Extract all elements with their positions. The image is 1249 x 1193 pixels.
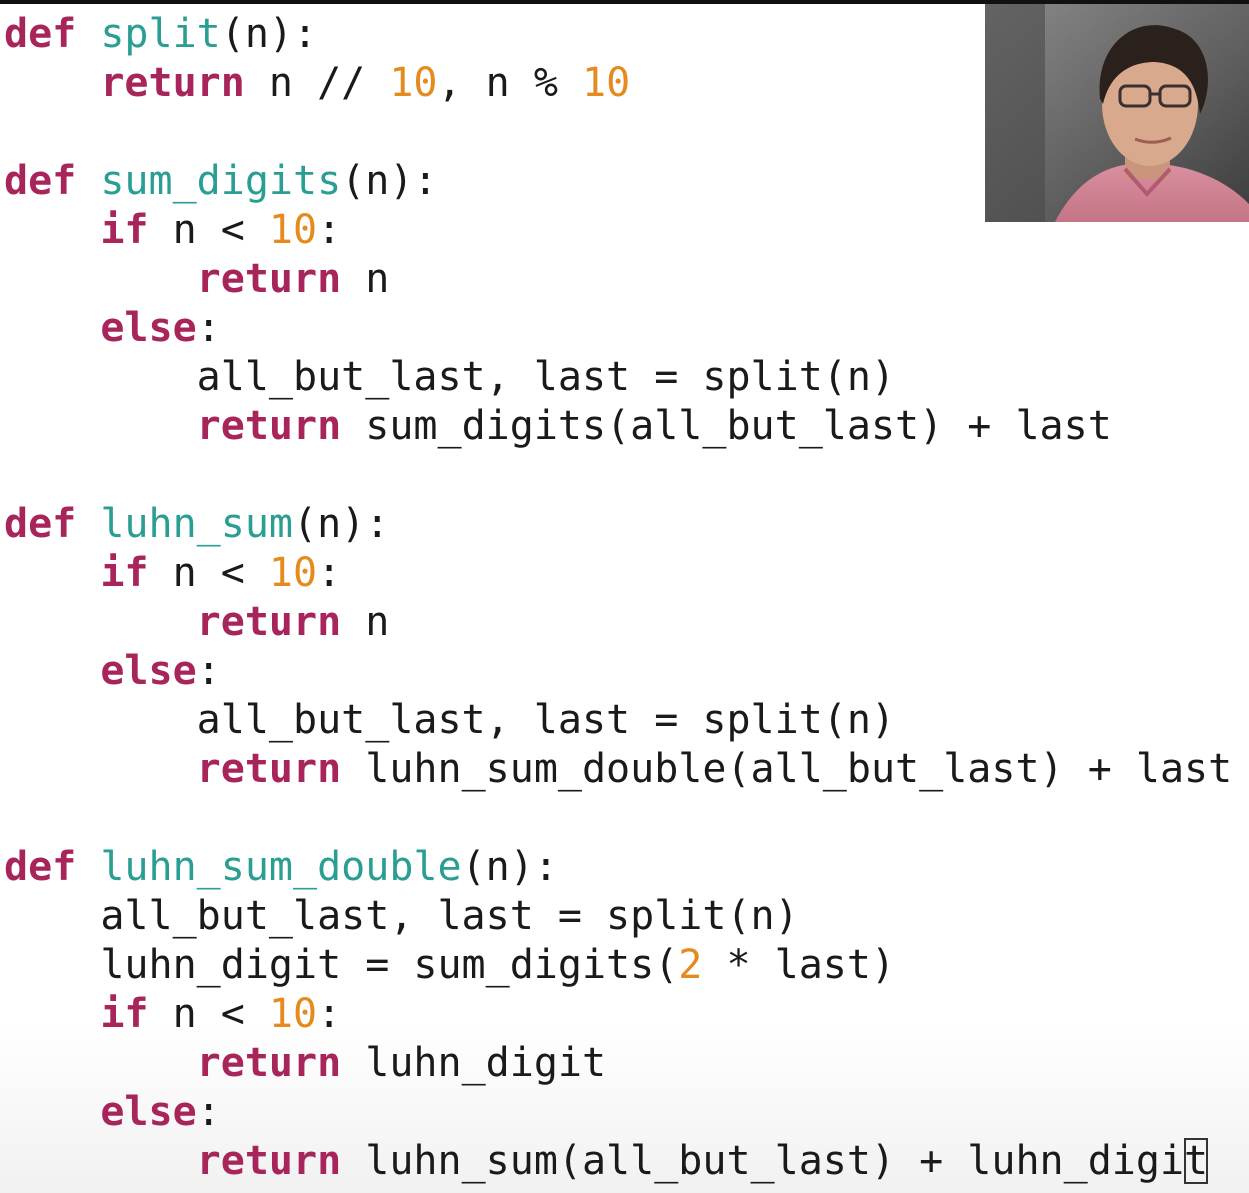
code-line: else: <box>4 304 221 352</box>
code-line: def sum_digits(n): <box>4 157 438 205</box>
keyword: return <box>196 1040 342 1086</box>
text-cursor: t <box>1184 1138 1209 1184</box>
function-name: split <box>100 11 221 57</box>
keyword: if <box>100 991 149 1037</box>
code-text: : <box>196 648 221 694</box>
keyword: def <box>4 501 77 547</box>
code-line: all_but_last, last = split(n) <box>4 892 799 940</box>
code-text: n <box>341 256 390 302</box>
keyword: else <box>100 305 197 351</box>
code-text: all_but_last, last = split(n) <box>4 354 896 400</box>
code-text: all_but_last, last = split(n) <box>4 697 896 743</box>
code-line: return sum_digits(all_but_last) + last <box>4 402 1112 450</box>
code-text: : <box>317 550 342 596</box>
number-literal: 10 <box>268 207 318 253</box>
keyword: else <box>100 1089 197 1135</box>
code-line: def luhn_sum(n): <box>4 500 389 548</box>
code-text: , n % <box>437 60 582 106</box>
keyword: return <box>196 746 342 792</box>
code-text: sum_digits(all_but_last) + last <box>341 403 1112 449</box>
keyword: if <box>100 550 149 596</box>
code-line: if n < 10: <box>4 549 341 597</box>
code-line: return n // 10, n % 10 <box>4 59 630 107</box>
code-text: n < <box>148 991 269 1037</box>
keyword: return <box>196 599 342 645</box>
number-literal: 10 <box>268 550 318 596</box>
function-name: sum_digits <box>100 158 342 204</box>
code-line: return n <box>4 598 390 646</box>
code-text: luhn_sum_double(all_but_last) + last <box>341 746 1233 792</box>
code-line: return luhn_sum(all_but_last) + luhn_dig… <box>4 1137 1209 1185</box>
code-text: : <box>196 1089 221 1135</box>
number-literal: 2 <box>678 942 703 988</box>
function-name: luhn_sum_double <box>100 844 462 890</box>
keyword: def <box>4 158 77 204</box>
code-text: luhn_digit <box>341 1040 607 1086</box>
number-literal: 10 <box>582 60 631 106</box>
code-line: return n <box>4 255 390 303</box>
keyword: return <box>196 1138 342 1184</box>
code-text: n < <box>148 550 269 596</box>
function-name: luhn_sum <box>100 501 293 547</box>
keyword: def <box>4 11 77 57</box>
code-line: all_but_last, last = split(n) <box>4 696 895 744</box>
code-text: (n): <box>220 11 318 57</box>
code-line: if n < 10: <box>4 206 341 254</box>
code-line: else: <box>4 647 221 695</box>
code-line: def luhn_sum_double(n): <box>4 843 558 891</box>
keyword: return <box>196 256 342 302</box>
code-text: : <box>317 207 342 253</box>
code-text: n <box>341 599 390 645</box>
code-text: * last) <box>702 942 896 988</box>
keyword: def <box>4 844 77 890</box>
code-text: : <box>317 991 342 1037</box>
code-text: luhn_sum(all_but_last) + luhn_digi <box>341 1138 1185 1184</box>
code-text: (n): <box>293 501 390 547</box>
code-line: return luhn_sum_double(all_but_last) + l… <box>4 745 1233 793</box>
code-line: all_but_last, last = split(n) <box>4 353 895 401</box>
keyword: return <box>196 403 342 449</box>
code-text: (n): <box>461 844 558 890</box>
code-line: def split(n): <box>4 10 317 58</box>
code-text: n < <box>148 207 269 253</box>
presenter-webcam <box>985 4 1249 222</box>
keyword: return <box>100 60 245 106</box>
number-literal: 10 <box>389 60 438 106</box>
code-line: if n < 10: <box>4 990 341 1038</box>
code-text: n // <box>244 60 390 106</box>
code-text: all_but_last, last = split(n) <box>4 893 799 939</box>
code-line: return luhn_digit <box>4 1039 606 1087</box>
code-line: else: <box>4 1088 221 1136</box>
code-text: luhn_digit = sum_digits( <box>4 942 679 988</box>
code-text: : <box>196 305 221 351</box>
keyword: if <box>100 207 149 253</box>
code-line: luhn_digit = sum_digits(2 * last) <box>4 941 895 989</box>
code-text: (n): <box>341 158 438 204</box>
keyword: else <box>100 648 197 694</box>
number-literal: 10 <box>268 991 318 1037</box>
